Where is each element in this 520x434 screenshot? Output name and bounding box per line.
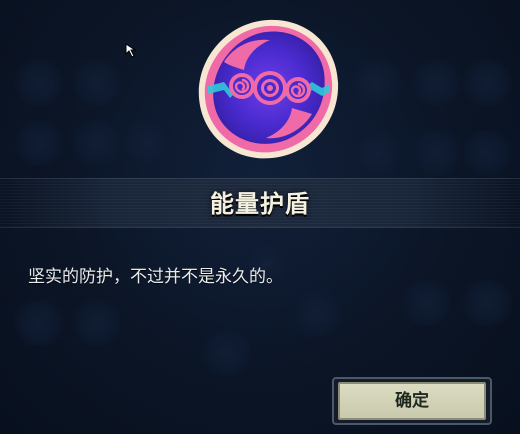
mouse-cursor-icon xyxy=(125,43,137,58)
confirm-button[interactable]: 确定 xyxy=(338,382,486,420)
item-description: 坚实的防护，不过并不是永久的。 xyxy=(28,267,283,287)
energy-shield-icon xyxy=(198,19,339,159)
item-detail-screen: 能量护盾 坚实的防护，不过并不是永久的。 确定 xyxy=(0,0,520,434)
item-title: 能量护盾 xyxy=(210,190,310,218)
